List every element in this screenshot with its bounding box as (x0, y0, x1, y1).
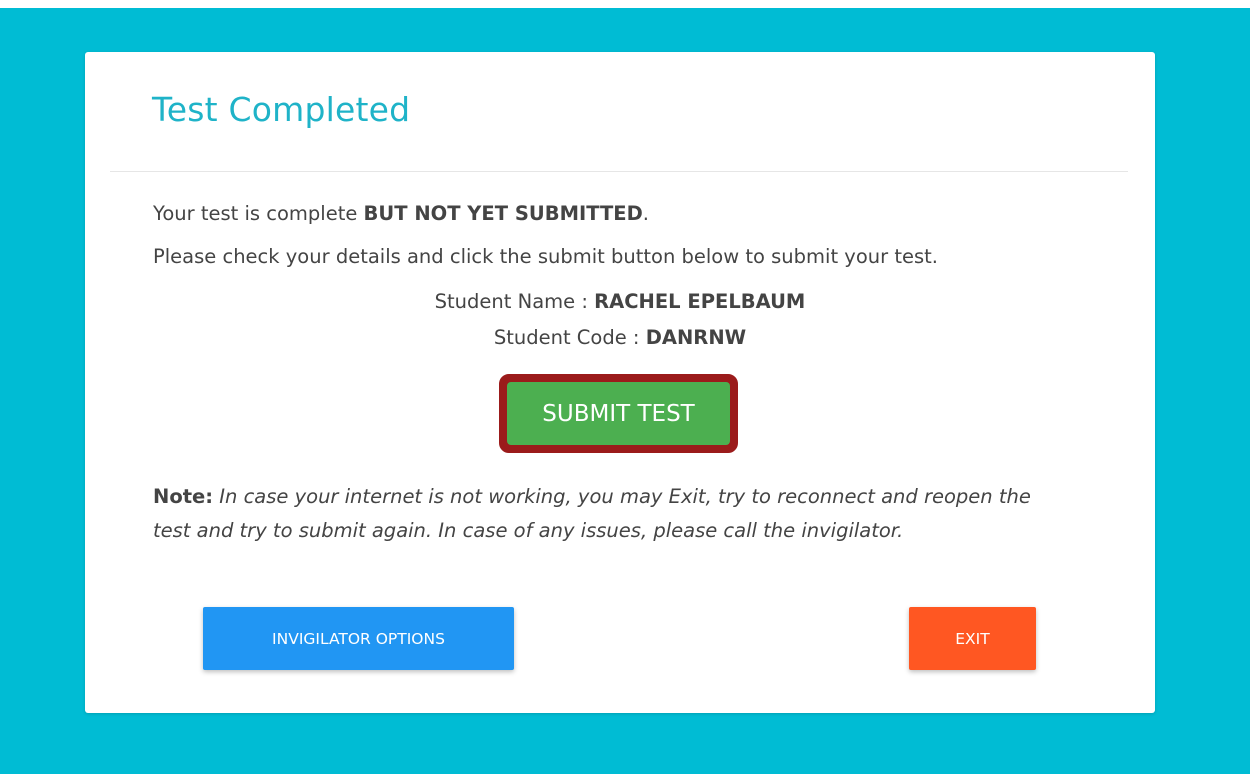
completion-message-prefix: Your test is complete (153, 202, 364, 225)
card-title: Test Completed (152, 90, 411, 129)
student-code-row: Student Code : DANRNW (85, 326, 1155, 349)
top-strip (0, 0, 1250, 8)
completion-message: Your test is complete BUT NOT YET SUBMIT… (153, 202, 649, 225)
student-name-value: RACHEL EPELBAUM (594, 290, 806, 313)
note-text: In case your internet is not working, yo… (153, 485, 1031, 542)
student-code-value: DANRNW (645, 326, 747, 349)
student-name-row: Student Name : RACHEL EPELBAUM (85, 290, 1155, 313)
test-completed-card: Test Completed Your test is complete BUT… (85, 52, 1155, 713)
note-label: Note: (153, 485, 214, 508)
completion-message-emphasis: BUT NOT YET SUBMITTED (363, 202, 643, 225)
student-code-label: Student Code : (493, 326, 646, 349)
title-divider (110, 171, 1128, 172)
completion-message-suffix: . (642, 202, 649, 225)
instruction-message: Please check your details and click the … (153, 245, 938, 268)
invigilator-options-button[interactable]: INVIGILATOR OPTIONS (203, 607, 514, 670)
submit-test-button[interactable]: SUBMIT TEST (507, 382, 730, 445)
submit-highlight-frame: SUBMIT TEST (499, 374, 738, 453)
note-paragraph: Note: In case your internet is not worki… (153, 480, 1073, 548)
student-name-label: Student Name : (434, 290, 595, 313)
exit-button[interactable]: EXIT (909, 607, 1036, 670)
